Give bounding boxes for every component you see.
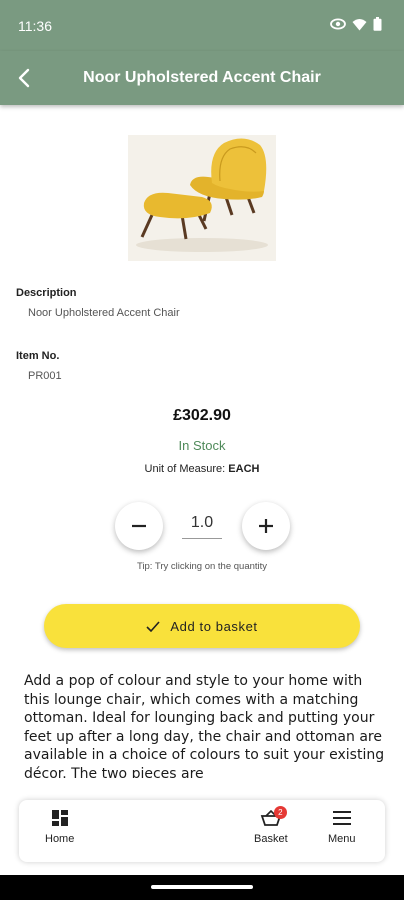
- basket-count-badge: 2: [273, 806, 287, 819]
- increment-button[interactable]: [242, 502, 290, 550]
- plus-icon: [259, 519, 273, 533]
- gesture-nav-bar: [0, 875, 404, 900]
- page-title: Noor Upholstered Accent Chair: [83, 69, 321, 86]
- description-label: Description: [16, 287, 77, 299]
- app-bar: Noor Upholstered Accent Chair: [0, 51, 404, 105]
- bottom-nav: Home 2 Basket Menu: [19, 800, 385, 862]
- system-icons: [330, 17, 382, 31]
- description-value: Noor Upholstered Accent Chair: [28, 307, 180, 319]
- status-time: 11:36: [18, 18, 52, 34]
- decrement-button[interactable]: [115, 502, 163, 550]
- item-no-label: Item No.: [16, 350, 60, 362]
- hamburger-menu-icon: [332, 811, 351, 825]
- item-no-value: PR001: [28, 370, 62, 382]
- nav-menu-label: Menu: [328, 833, 356, 845]
- dashboard-icon: [51, 810, 68, 826]
- product-long-description: Add a pop of colour and style to your ho…: [24, 673, 385, 778]
- uom-value: EACH: [228, 463, 260, 475]
- nav-basket-label: Basket: [254, 833, 288, 845]
- basket-icon-wrap: 2: [260, 806, 287, 826]
- uom-label: Unit of Measure:: [144, 463, 229, 475]
- home-gesture-pill[interactable]: [151, 885, 253, 889]
- unit-of-measure: Unit of Measure: EACH: [0, 463, 404, 475]
- nav-home-label: Home: [45, 833, 75, 845]
- product-price: £302.90: [173, 407, 231, 424]
- nav-basket[interactable]: 2 Basket: [254, 806, 288, 845]
- status-bar: 11:36: [0, 0, 404, 51]
- add-to-basket-label: Add to basket: [170, 618, 258, 634]
- eye-icon: [330, 18, 346, 30]
- wifi-icon: [352, 18, 367, 30]
- add-to-basket-button[interactable]: Add to basket: [44, 604, 360, 648]
- stock-status: In Stock: [178, 438, 226, 453]
- minus-icon: [132, 524, 146, 528]
- nav-menu[interactable]: Menu: [328, 810, 356, 845]
- nav-home[interactable]: Home: [45, 810, 74, 845]
- battery-icon: [373, 17, 382, 31]
- quantity-input[interactable]: 1.0: [182, 514, 222, 539]
- check-icon: [146, 620, 160, 632]
- product-image: [128, 135, 276, 261]
- quantity-tip: Tip: Try clicking on the quantity: [136, 561, 268, 572]
